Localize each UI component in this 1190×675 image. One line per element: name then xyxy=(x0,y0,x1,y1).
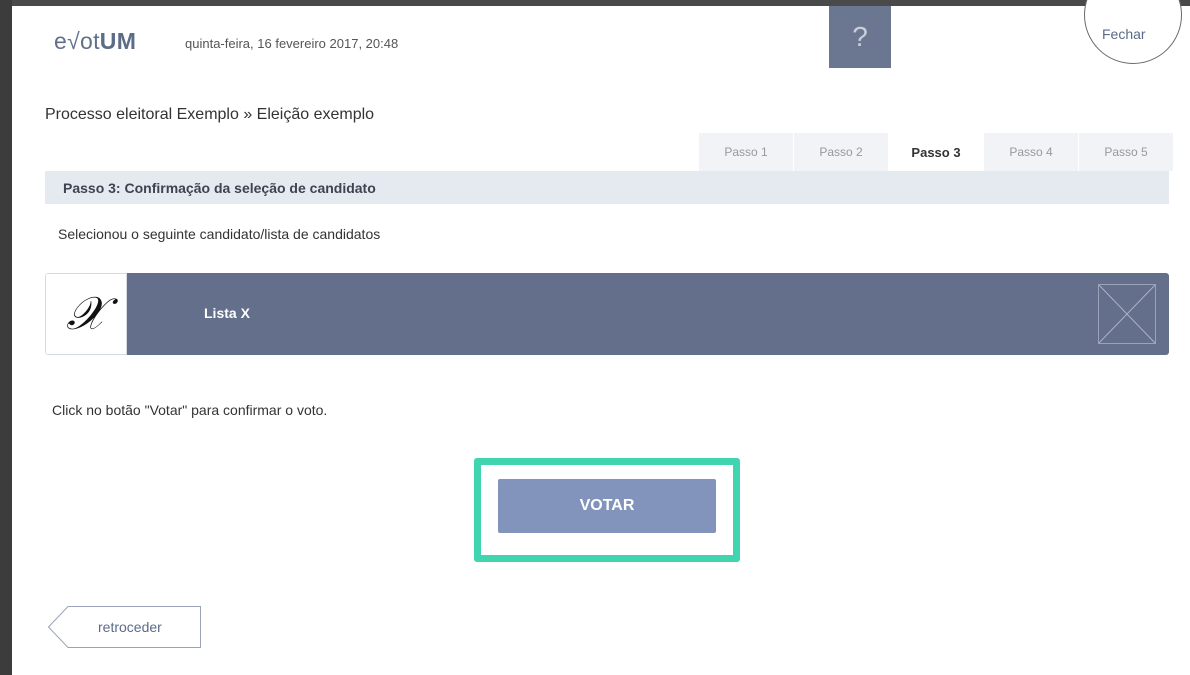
tab-passo-4: Passo 4 xyxy=(984,133,1079,171)
breadcrumb: Processo eleitoral Exemplo » Eleição exe… xyxy=(45,106,375,123)
logo-bold: UM xyxy=(99,28,137,54)
selected-candidate-row: 𝒳 Lista X xyxy=(45,273,1169,355)
question-mark-icon: ? xyxy=(852,21,868,52)
window-left-border xyxy=(0,0,12,675)
page: e√otUM quinta-feira, 16 fevereiro 2017, … xyxy=(12,0,1190,675)
step-header: Passo 3: Confirmação da seleção de candi… xyxy=(45,171,1169,204)
tab-passo-1: Passo 1 xyxy=(699,133,794,171)
help-button[interactable]: ? xyxy=(829,6,891,68)
tab-passo-5: Passo 5 xyxy=(1079,133,1174,171)
logo-prefix: e√ot xyxy=(54,28,100,54)
selected-message: Selecionou o seguinte candidato/lista de… xyxy=(58,226,381,242)
step-tabs: Passo 1 Passo 2 Passo 3 Passo 4 Passo 5 xyxy=(699,133,1174,171)
current-datetime: quinta-feira, 16 fevereiro 2017, 20:48 xyxy=(185,36,399,51)
candidate-bar: Lista X xyxy=(127,273,1169,355)
candidate-logo: 𝒳 xyxy=(45,273,127,355)
close-button-label[interactable]: Fechar xyxy=(1102,26,1146,42)
app-logo: e√otUM xyxy=(54,28,136,55)
back-button-label: retroceder xyxy=(98,619,162,635)
click-message: Click no botão "Votar" para confirmar o … xyxy=(52,402,328,418)
candidate-logo-glyph: 𝒳 xyxy=(66,286,106,340)
remove-candidate-button[interactable] xyxy=(1098,284,1156,344)
back-button[interactable]: retroceder xyxy=(48,606,201,648)
votar-button[interactable]: VOTAR xyxy=(498,479,716,533)
close-x-icon xyxy=(1099,285,1155,343)
tab-passo-3: Passo 3 xyxy=(889,133,984,171)
tab-passo-2: Passo 2 xyxy=(794,133,889,171)
candidate-name: Lista X xyxy=(204,305,250,321)
